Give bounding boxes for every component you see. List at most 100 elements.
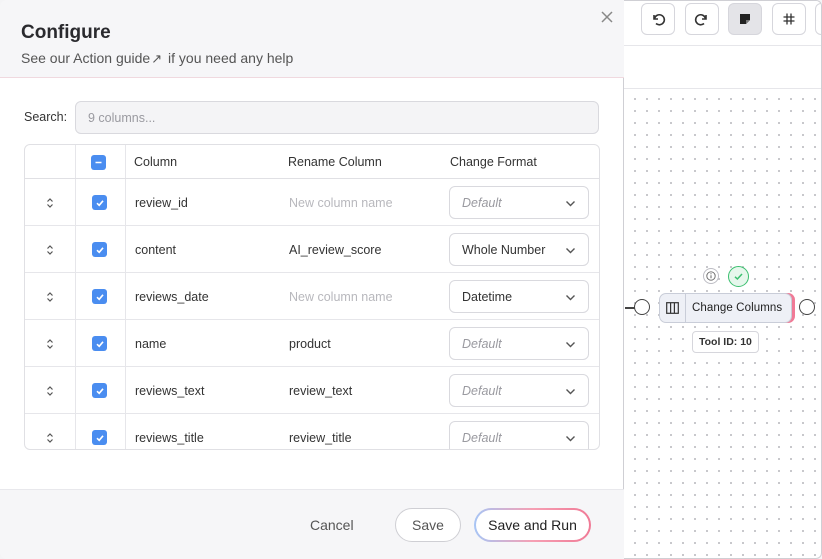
row-checkbox[interactable] <box>92 226 107 273</box>
node-input-port[interactable] <box>634 299 650 315</box>
modal-header: Configure See our Action guide↗ if you n… <box>0 0 624 78</box>
action-guide-link[interactable]: Action guide↗ <box>73 50 164 66</box>
chevron-down-icon <box>566 436 575 442</box>
chevron-down-icon <box>566 389 575 395</box>
column-name: content <box>135 242 177 257</box>
reorder-icon <box>47 244 53 255</box>
row-checkbox[interactable] <box>92 320 107 367</box>
rename-input[interactable]: New column name <box>289 179 393 226</box>
row-checkbox[interactable] <box>92 367 107 414</box>
search-input[interactable] <box>75 101 599 134</box>
sticky-note-icon <box>740 14 750 24</box>
redo-button[interactable] <box>685 3 719 35</box>
select-all-checkbox[interactable] <box>91 145 106 179</box>
drag-handle[interactable] <box>25 320 75 367</box>
node-label: Change Columns <box>692 302 783 314</box>
close-icon <box>601 11 613 23</box>
rename-input[interactable]: New column name <box>289 273 393 320</box>
rename-input[interactable]: review_title <box>289 414 352 449</box>
modal-subtitle: See our Action guide↗ if you need any he… <box>21 50 293 67</box>
checkbox-checked-icon <box>92 336 107 351</box>
chevron-down-icon <box>566 248 575 254</box>
table-row: reviews_text review_text Default <box>25 367 599 414</box>
rename-input[interactable]: product <box>289 320 331 367</box>
reorder-icon <box>47 197 53 208</box>
row-checkbox[interactable] <box>92 179 107 226</box>
drag-handle[interactable] <box>25 367 75 414</box>
sticky-note-button[interactable] <box>728 3 762 35</box>
chevron-down-icon <box>566 201 575 207</box>
close-button[interactable] <box>598 8 616 26</box>
column-name: name <box>135 336 167 351</box>
configure-modal: Configure See our Action guide↗ if you n… <box>0 0 624 559</box>
columns-table: Column Rename Column Change Format revie… <box>24 144 600 450</box>
node-success-icon <box>728 266 749 287</box>
save-button[interactable]: Save <box>395 508 461 542</box>
column-name: review_id <box>135 195 188 210</box>
format-select[interactable]: Default <box>449 374 589 407</box>
modal-footer: Cancel Save Save and Run <box>0 489 624 559</box>
checkbox-checked-icon <box>92 430 107 445</box>
format-select[interactable]: Whole Number <box>449 233 589 266</box>
header-format: Change Format <box>450 155 537 169</box>
reorder-icon <box>47 432 53 443</box>
column-name: reviews_date <box>135 289 209 304</box>
checkbox-checked-icon <box>92 289 107 304</box>
format-select[interactable]: Default <box>449 186 589 219</box>
rename-input[interactable]: review_text <box>289 367 352 414</box>
format-select[interactable]: Default <box>449 421 589 449</box>
drag-handle[interactable] <box>25 226 75 273</box>
checkbox-checked-icon <box>92 242 107 257</box>
grid-icon <box>783 13 795 25</box>
drag-handle[interactable] <box>25 179 75 226</box>
action-guide-link-text: Action guide <box>73 50 151 66</box>
save-and-run-label: Save and Run <box>476 510 589 540</box>
table-header: Column Rename Column Change Format <box>25 145 599 179</box>
table-row: review_id New column name Default <box>25 179 599 226</box>
toolbar-overflow-button[interactable] <box>815 3 821 35</box>
format-select-value: Default <box>462 430 502 445</box>
subtitle-suffix: if you need any help <box>164 50 294 66</box>
redo-icon <box>694 14 707 26</box>
tool-id-badge: Tool ID: 10 <box>692 331 759 353</box>
reorder-icon <box>47 385 53 396</box>
checkbox-indeterminate-icon <box>91 154 106 170</box>
change-columns-node[interactable]: Change Columns <box>659 293 792 323</box>
format-select[interactable]: Datetime <box>449 280 589 313</box>
modal-title: Configure <box>21 22 111 43</box>
undo-button[interactable] <box>641 3 675 35</box>
row-checkbox[interactable] <box>92 414 107 449</box>
rename-input[interactable]: AI_review_score <box>289 226 381 273</box>
column-name: reviews_text <box>135 383 205 398</box>
table-row: reviews_date New column name Datetime <box>25 273 599 320</box>
checkbox-checked-icon <box>92 383 107 398</box>
chevron-down-icon <box>566 342 575 348</box>
cancel-button[interactable]: Cancel <box>310 514 354 536</box>
table-row: content AI_review_score Whole Number <box>25 226 599 273</box>
undo-icon <box>653 14 666 26</box>
format-select-value: Default <box>462 383 502 398</box>
header-column: Column <box>134 155 178 169</box>
header-rename: Rename Column <box>288 155 382 169</box>
node-info-icon[interactable] <box>703 268 719 284</box>
column-name: reviews_title <box>135 430 204 445</box>
reorder-icon <box>47 291 53 302</box>
chevron-down-icon <box>566 295 575 301</box>
search-label: Search: <box>24 110 68 124</box>
node-output-port[interactable] <box>799 299 815 315</box>
reorder-icon <box>47 338 53 349</box>
row-checkbox[interactable] <box>92 273 107 320</box>
grid-button[interactable] <box>772 3 806 35</box>
subtitle-prefix: See our <box>21 50 74 66</box>
drag-handle[interactable] <box>25 414 75 449</box>
format-select[interactable]: Default <box>449 327 589 360</box>
format-select-value: Datetime <box>462 289 513 304</box>
checkbox-checked-icon <box>92 195 107 210</box>
format-select-value: Default <box>462 195 502 210</box>
format-select-value: Whole Number <box>462 242 546 257</box>
save-and-run-button[interactable]: Save and Run <box>474 508 591 542</box>
external-link-icon: ↗ <box>151 51 163 66</box>
format-select-value: Default <box>462 336 502 351</box>
table-row: reviews_title review_title Default <box>25 414 599 449</box>
drag-handle[interactable] <box>25 273 75 320</box>
